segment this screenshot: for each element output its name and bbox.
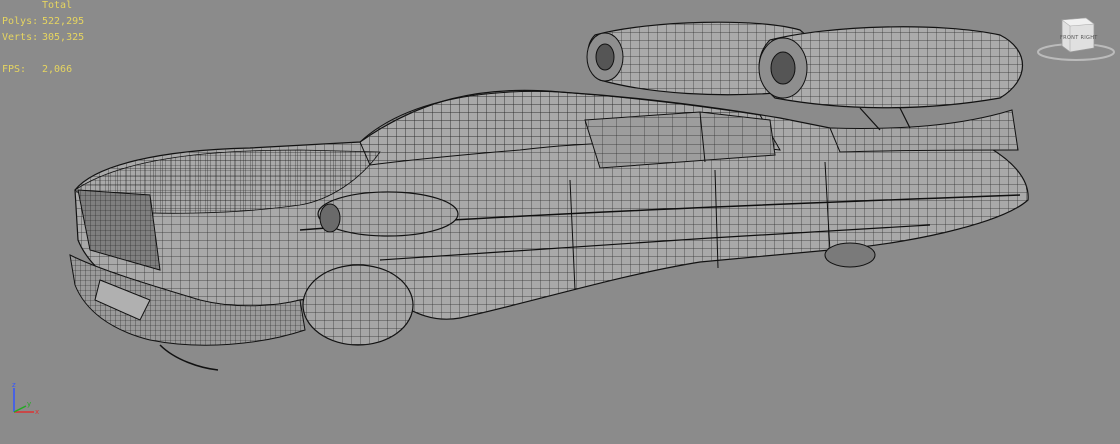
axis-z-label: z — [12, 381, 16, 389]
car-front-wheel — [302, 264, 414, 346]
viewcube-face-label: FRONT RIGHT — [1060, 35, 1098, 41]
jet-engine-right — [758, 26, 1024, 109]
car-tail-fin — [829, 109, 1019, 153]
stats-label: FPS: — [2, 64, 27, 75]
stats-header: Total — [42, 0, 73, 11]
stats-value: 2,066 — [42, 64, 73, 75]
car-headlight-pod — [317, 191, 459, 237]
car-rear-wheel — [824, 242, 876, 268]
jet-engine-mount — [859, 107, 911, 131]
stats-label: Verts: — [2, 32, 39, 43]
viewport[interactable]: Total Polys: 522,295 Verts: 305,325 FPS:… — [0, 0, 1120, 444]
axis-y-label: y — [27, 400, 31, 408]
stats-label: Polys: — [2, 16, 39, 27]
stats-value: 522,295 — [42, 16, 85, 27]
wireframe-scene[interactable] — [0, 0, 1120, 444]
axis-tripod-icon: z x y — [12, 381, 39, 416]
stats-value: 305,325 — [42, 32, 85, 43]
axis-x-label: x — [35, 408, 39, 416]
